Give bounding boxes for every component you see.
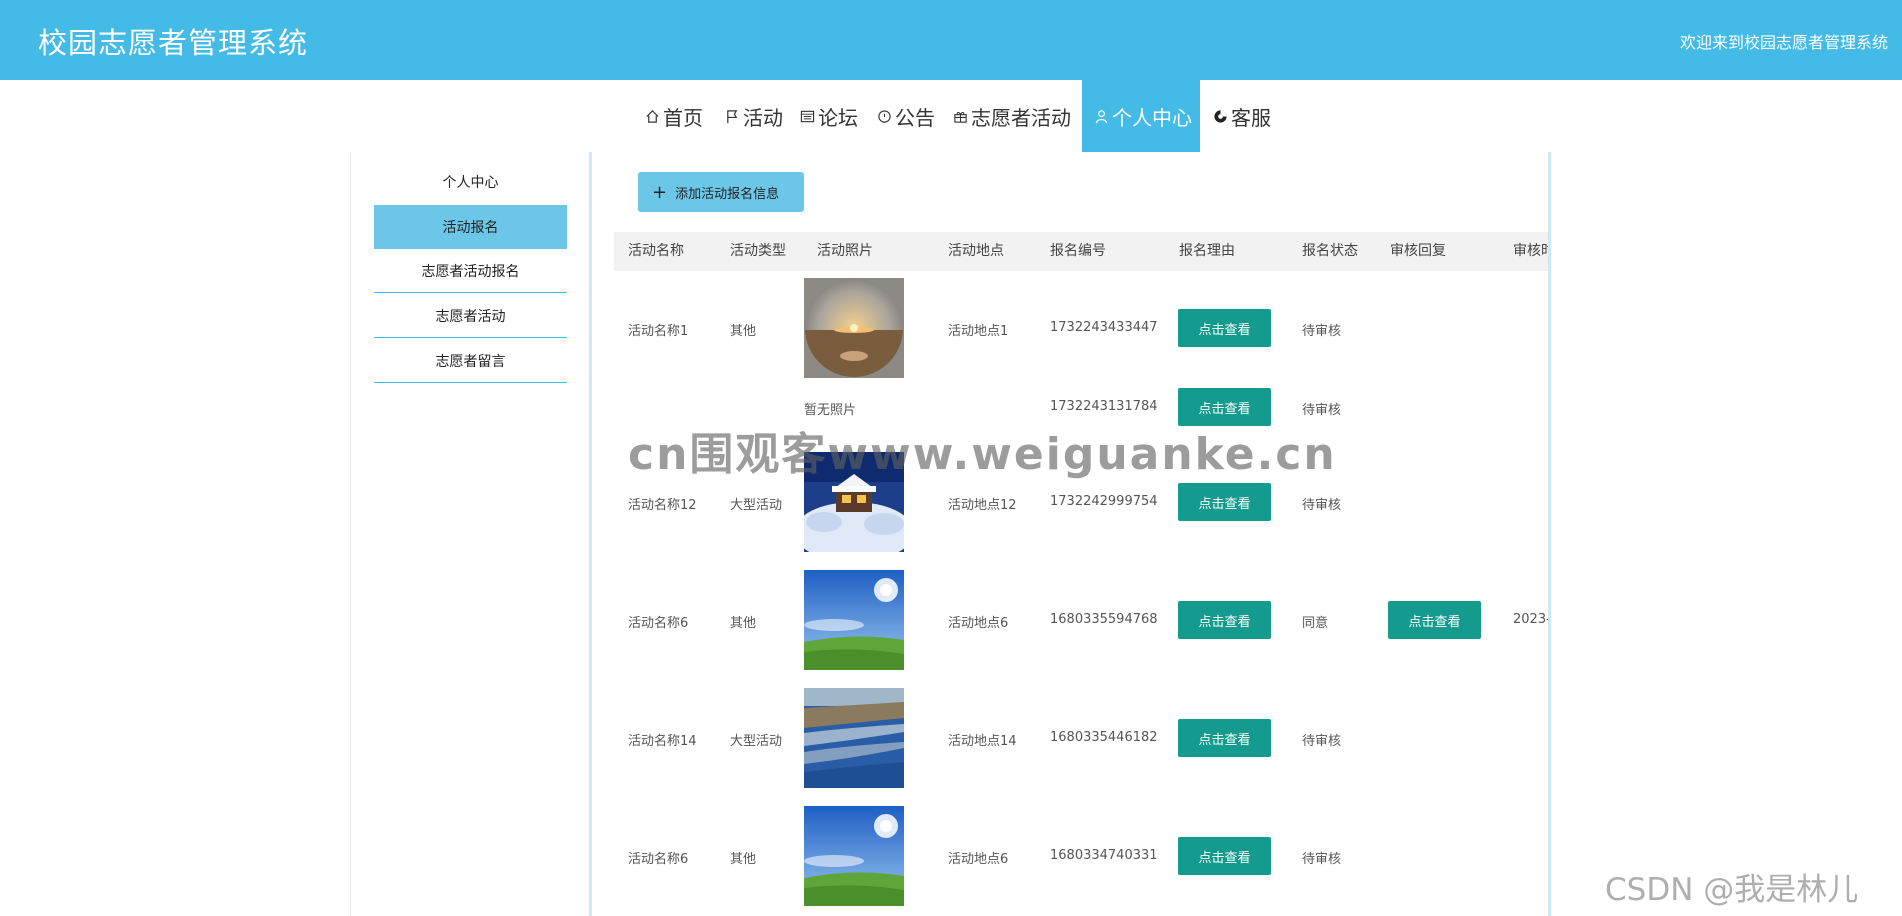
table-row: 活动名称14 大型活动 活动地点14 1680335446182 点击查看 待审… xyxy=(614,688,1548,788)
sidebar-item-personal-center[interactable]: 个人中心 xyxy=(374,160,567,204)
col-activity-location[interactable]: 活动地点 xyxy=(948,232,1004,271)
activity-photo[interactable] xyxy=(804,806,904,906)
add-signup-label: 添加活动报名信息 xyxy=(675,186,780,202)
view-reply-button[interactable]: 点击查看 xyxy=(1388,601,1481,639)
cell-signup-number: 1680335446182 xyxy=(1050,730,1158,745)
cell-review-time: 2023-0 xyxy=(1513,612,1551,627)
nav-service-label: 客服 xyxy=(1231,105,1271,130)
cell-activity-type: 其他 xyxy=(730,616,757,631)
col-signup-status[interactable]: 报名状态 xyxy=(1302,232,1358,271)
col-signup-number[interactable]: 报名编号 xyxy=(1050,232,1106,271)
col-activity-name[interactable]: 活动名称 xyxy=(628,232,684,271)
nav-volunteer-activity-label: 志愿者活动 xyxy=(971,105,1071,130)
cell-activity-type: 大型活动 xyxy=(730,734,783,749)
cell-signup-status: 待审核 xyxy=(1302,324,1342,339)
col-signup-reason[interactable]: 报名理由 xyxy=(1179,232,1235,271)
cell-activity-location: 活动地点6 xyxy=(948,852,1009,867)
cell-signup-status: 同意 xyxy=(1302,616,1329,631)
nav-forum-label: 论坛 xyxy=(818,105,858,130)
cell-signup-number: 1680334740331 xyxy=(1050,848,1158,863)
nav-home-label: 首页 xyxy=(663,105,703,130)
nav-forum[interactable]: 论坛 xyxy=(800,80,858,152)
cell-activity-location: 活动地点6 xyxy=(948,616,1009,631)
sidebar-item-volunteer-message[interactable]: 志愿者留言 xyxy=(374,339,567,383)
no-photo-text: 暂无照片 xyxy=(804,403,857,418)
plus-icon: + xyxy=(652,181,668,203)
cell-activity-name: 活动名称6 xyxy=(628,616,689,631)
activity-photo[interactable] xyxy=(804,278,904,378)
view-reason-button[interactable]: 点击查看 xyxy=(1178,601,1271,639)
nav-activity[interactable]: 活动 xyxy=(725,80,783,152)
cell-activity-type: 其他 xyxy=(730,852,757,867)
col-activity-type[interactable]: 活动类型 xyxy=(730,232,786,271)
service-icon xyxy=(1214,109,1227,123)
cell-signup-number: 1680335594768 xyxy=(1050,612,1158,627)
col-review-time[interactable]: 审核时 xyxy=(1513,232,1548,271)
cell-activity-location: 活动地点14 xyxy=(948,734,1017,749)
top-nav: 首页 活动 论坛 公告 志愿者活动 个人中心 客服 xyxy=(0,80,1902,152)
nav-activity-label: 活动 xyxy=(743,105,783,130)
nav-volunteer-activity[interactable]: 志愿者活动 xyxy=(953,80,1071,152)
cell-activity-location: 活动地点1 xyxy=(948,324,1009,339)
main-panel: + 添加活动报名信息 活动名称 活动类型 活动照片 活动地点 报名编号 报名理由… xyxy=(589,152,1551,916)
view-reason-button[interactable]: 点击查看 xyxy=(1178,719,1271,757)
nav-personal-center-label: 个人中心 xyxy=(1112,105,1192,130)
welcome-text: 欢迎来到校园志愿者管理系统 xyxy=(1679,33,1888,52)
csdn-credit: CSDN @我是林儿 xyxy=(1605,872,1859,908)
flag-icon xyxy=(727,109,738,123)
gift-icon xyxy=(954,111,967,123)
table-row: 活动名称6 其他 活动地点6 1680334740331 点击查看 待审核 xyxy=(614,806,1548,906)
user-icon xyxy=(1095,109,1108,123)
cell-activity-name: 活动名称1 xyxy=(628,324,689,339)
cell-signup-status: 待审核 xyxy=(1302,403,1342,418)
nav-home[interactable]: 首页 xyxy=(645,80,703,152)
cell-signup-number: 1732242999754 xyxy=(1050,494,1158,509)
view-reason-button[interactable]: 点击查看 xyxy=(1178,483,1271,521)
app-header: 校园志愿者管理系统 欢迎来到校园志愿者管理系统 xyxy=(0,0,1902,80)
col-activity-photo[interactable]: 活动照片 xyxy=(817,232,873,271)
cell-signup-number: 1732243131784 xyxy=(1050,399,1158,414)
col-review-reply[interactable]: 审核回复 xyxy=(1390,232,1446,271)
cell-activity-type: 其他 xyxy=(730,324,757,339)
nav-notice-label: 公告 xyxy=(895,105,935,130)
sidebar-item-volunteer-signup[interactable]: 志愿者活动报名 xyxy=(374,249,567,293)
table-row: 活动名称1 其他 活动地点1 1732243433447 点击查看 待审核 xyxy=(614,278,1548,378)
view-reason-button[interactable]: 点击查看 xyxy=(1178,837,1271,875)
cell-activity-type: 大型活动 xyxy=(730,498,783,513)
cell-signup-number: 1732243433447 xyxy=(1050,320,1158,335)
nav-notice[interactable]: 公告 xyxy=(877,80,935,152)
forum-icon xyxy=(800,110,815,122)
activity-photo[interactable] xyxy=(804,688,904,788)
cell-signup-status: 待审核 xyxy=(1302,734,1342,749)
view-reason-button[interactable]: 点击查看 xyxy=(1178,309,1271,347)
table-header: 活动名称 活动类型 活动照片 活动地点 报名编号 报名理由 报名状态 审核回复 … xyxy=(614,232,1548,271)
nav-personal-center[interactable]: 个人中心 xyxy=(1082,80,1200,152)
activity-photo[interactable] xyxy=(804,570,904,670)
sidebar-item-volunteer-activity[interactable]: 志愿者活动 xyxy=(374,294,567,338)
nav-service[interactable]: 客服 xyxy=(1213,80,1271,152)
add-signup-button[interactable]: + 添加活动报名信息 xyxy=(638,172,804,212)
watermark-text: cn围观客www.weiguanke.cn xyxy=(628,429,1337,480)
sidebar-item-activity-signup[interactable]: 活动报名 xyxy=(374,205,567,249)
cell-activity-name: 活动名称6 xyxy=(628,852,689,867)
cell-activity-location: 活动地点12 xyxy=(948,498,1017,513)
table-row: 活动名称6 其他 活动地点6 1680335594768 点击查看 同意 点击查… xyxy=(614,570,1551,670)
notice-icon xyxy=(878,109,891,123)
cell-signup-status: 待审核 xyxy=(1302,498,1342,513)
cell-activity-name: 活动名称14 xyxy=(628,734,697,749)
cell-signup-status: 待审核 xyxy=(1302,852,1342,867)
cell-activity-name: 活动名称12 xyxy=(628,498,697,513)
sidebar: 个人中心 活动报名 志愿者活动报名 志愿者活动 志愿者留言 xyxy=(350,152,590,916)
app-title: 校园志愿者管理系统 xyxy=(38,26,309,60)
home-icon xyxy=(646,109,659,123)
